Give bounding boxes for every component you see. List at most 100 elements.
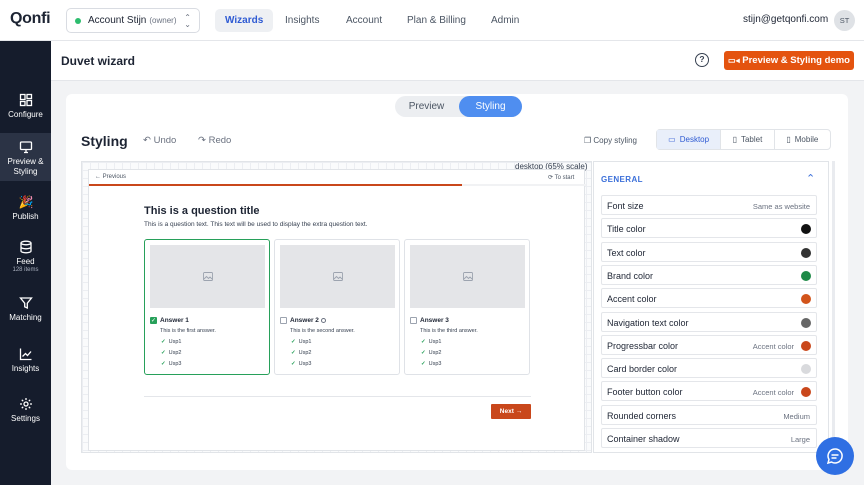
toggle-styling[interactable]: Styling [459,96,522,117]
nav-tab-admin[interactable]: Admin [481,9,529,32]
setting-row-brand-color[interactable]: Brand color [601,264,817,285]
image-placeholder-icon [150,245,265,308]
footer-divider [144,396,531,397]
setting-value: Large [790,435,810,444]
setting-row-navigation-text-color[interactable]: Navigation text color [601,311,817,332]
redo-icon: ↷ [198,135,206,146]
undo-button[interactable]: ↶ Undo [143,135,176,146]
undo-label: Undo [153,135,177,146]
next-button[interactable]: Next → [491,404,531,419]
section-header-general[interactable]: GENERAL [601,175,643,184]
party-popper-icon: 🎉 [18,195,34,209]
sidebar-item-preview-styling[interactable]: Preview & Styling [0,133,51,181]
check-icon: ✓ [421,339,426,345]
answer-checkbox[interactable]: ✓ [150,317,157,324]
check-icon: ✓ [421,350,426,356]
device-desktop[interactable]: ▭ Desktop [657,130,722,149]
answer-card-3[interactable]: Answer 3 This is the third answer. ✓ Usp1… [404,239,530,375]
user-email[interactable]: stijn@getqonfi.com [743,14,828,25]
copy-styling-button[interactable]: ❐ Copy styling [584,136,637,145]
toggle-preview[interactable]: Preview [395,96,458,117]
setting-label: Rounded corners [607,410,677,421]
color-swatch[interactable] [801,294,811,305]
sidebar-item-insights[interactable]: Insights [0,347,51,383]
sidebar-item-publish[interactable]: 🎉 Publish [0,195,51,231]
color-swatch[interactable] [801,387,811,398]
color-swatch[interactable] [801,364,811,375]
color-swatch[interactable] [801,270,811,281]
scrollbar[interactable] [832,161,835,453]
copy-icon: ❐ [584,136,592,145]
preview-styling-demo-button[interactable]: ▭◂ Preview & Styling demo [724,51,854,70]
question-title: This is a question title [144,205,260,217]
device-mobile[interactable]: ▯ Mobile [775,130,830,149]
sidebar-item-settings[interactable]: Settings [0,397,51,433]
help-icon[interactable]: ? [695,53,709,67]
sidebar-item-label: Matching [9,313,42,322]
setting-label: Font size [607,201,644,211]
setting-row-container-shadow[interactable]: Container shadow Large [601,428,817,448]
sidebar-item-matching[interactable]: Matching [0,296,51,332]
setting-label: Text color [607,247,646,258]
setting-label: Footer button color [607,387,683,398]
main-card: Preview Styling Styling ↶ Undo ↷ Redo ❐ … [66,94,848,470]
avatar[interactable]: ST [834,10,855,31]
preview-canvas: desktop (65% scale) ← Previous ⟳ To star… [81,161,592,453]
nav-tab-plan-billing[interactable]: Plan & Billing [397,9,476,32]
color-swatch[interactable] [801,247,811,258]
wizard-preview-frame: ← Previous ⟳ To start This is a question… [88,169,586,451]
sidebar-item-label: Settings [11,414,40,423]
filter-icon [18,297,33,310]
check-icon: ✓ [421,361,426,367]
setting-label: Card border color [607,364,678,375]
nav-tab-wizards[interactable]: Wizards [215,9,274,32]
answer-checkbox[interactable] [280,317,287,324]
styling-title: Styling [81,133,128,149]
setting-label: Title color [607,224,646,235]
nav-tab-insights[interactable]: Insights [275,9,329,32]
nav-tab-account[interactable]: Account [336,9,392,32]
setting-row-rounded-corners[interactable]: Rounded corners Medium [601,404,817,425]
setting-row-text-color[interactable]: Text color [601,241,817,262]
setting-row-progressbar-color[interactable]: Progressbar color Accent color [601,334,817,355]
setting-row-font-size[interactable]: Font size Same as website [601,195,817,215]
setting-row-accent-color[interactable]: Accent color [601,288,817,309]
check-icon: ✓ [161,350,166,356]
sidebar-item-configure[interactable]: Configure [0,93,51,129]
image-placeholder-icon [410,245,525,308]
account-select[interactable]: Account Stijn (owner) ⌃ ⌄ [66,8,200,33]
logo[interactable]: Qonfi [10,10,51,28]
answer-usp: ✓ Usp3 [291,361,312,367]
copy-label: Copy styling [593,136,637,145]
answer-card-2[interactable]: Answer 2 This is the second answer. ✓ Usp… [274,239,400,375]
setting-label: Accent color [607,294,657,305]
color-swatch[interactable] [801,340,811,351]
info-icon[interactable] [320,317,326,323]
to-start-link[interactable]: ⟳ To start [548,174,574,181]
setting-row-title-color[interactable]: Title color [601,218,817,239]
gear-icon [19,398,32,410]
sidebar-item-feed[interactable]: Feed 128 items [0,240,51,280]
styling-settings-panel: GENERAL ⌃ Font size Same as website Title … [593,161,829,453]
answer-checkbox[interactable] [410,317,417,324]
redo-button[interactable]: ↷ Redo [198,135,231,146]
previous-link[interactable]: ← Previous [95,174,126,180]
chevron-up-icon[interactable]: ⌃ [806,172,815,185]
redo-label: Redo [208,135,232,146]
demo-button-label: Preview & Styling demo [742,55,850,66]
answer-card-1[interactable]: ✓ Answer 1 This is the first answer. ✓ Us… [144,239,270,375]
device-switcher: ▭ Desktop ▯ Tablet ▯ Mobile [656,129,831,150]
color-swatch[interactable] [801,224,811,235]
device-tablet[interactable]: ▯ Tablet [721,130,775,149]
setting-label: Progressbar color [607,340,679,351]
chat-button[interactable] [816,437,854,475]
setting-row-card-border-color[interactable]: Card border color [601,358,817,379]
setting-row-footer-button-color[interactable]: Footer button color Accent color [601,381,817,402]
mode-toggle: Preview Styling [395,96,522,117]
sidebar-item-label: Configure [8,110,43,119]
chart-line-icon [19,348,31,361]
question-text: This is a question text. This text will … [144,221,368,228]
account-role: (owner) [149,16,177,25]
color-swatch[interactable] [801,317,811,328]
device-label: Desktop [679,135,710,144]
